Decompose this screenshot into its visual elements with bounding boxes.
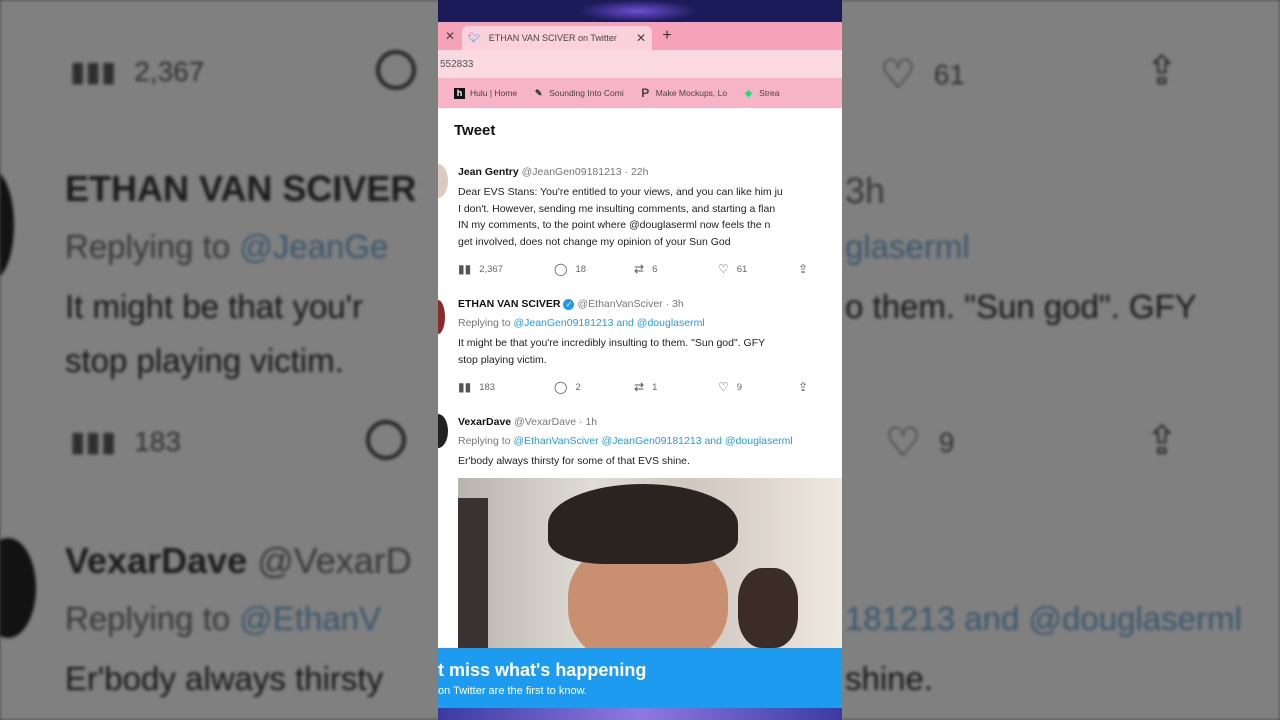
tweet-header: VexarDave @VexarDave · 1h [458,416,598,428]
retweet-icon: ⇄ [634,380,645,394]
retweet-icon: ⇄ [634,262,645,276]
share-button[interactable]: ⇪ [798,262,808,276]
author-name[interactable]: Jean Gentry [458,166,519,178]
author-handle[interactable]: @JeanGen09181213 [522,166,622,178]
author-handle[interactable]: @EthanVanSciver [577,298,662,310]
avatar[interactable] [438,164,448,198]
retweet-button[interactable]: ⇄ 6 [634,262,718,276]
bookmarks-bar: h Hulu | Home ✎ Sounding Into Comi P Mak… [438,78,842,108]
phone-screen: ✕ 🐦︎ ETHAN VAN SCIVER on Twitter ✕ + 552… [438,0,842,720]
bookmark-hulu[interactable]: h Hulu | Home [454,87,517,99]
top-gradient-strip [438,0,842,22]
tweet-header: Jean Gentry @JeanGen09181213 · 22h [458,166,649,178]
page-title: Tweet [454,122,496,139]
reply-icon: ◯ [554,262,568,276]
reply-button[interactable]: ◯ 18 [554,262,634,276]
views-icon: ▮▮ [458,380,472,394]
bottom-gradient-strip [438,708,842,720]
share-icon: ⇪ [798,262,809,276]
banner-title: t miss what's happening [438,660,647,680]
avatar[interactable] [438,300,445,334]
bookmark-mockups[interactable]: P Make Mockups, Lo [640,85,727,100]
hulu-icon: h [454,87,465,99]
share-icon: ⇪ [798,380,809,394]
views-button[interactable]: ▮▮ 2,367 [458,262,554,276]
replying-to: Replying to @EthanVanSciver @JeanGen0918… [458,435,793,447]
bookmark-sounding[interactable]: ✎ Sounding Into Comi [533,88,624,99]
heart-icon: ♡ [718,262,729,276]
verified-badge-icon: ✓ [563,298,575,310]
p-logo-icon: P [641,85,650,100]
tweet-text: Dear EVS Stans: You're entitled to your … [458,186,783,248]
replying-to: Replying to @JeanGen09181213 and @dougla… [458,317,705,329]
tweet-text: Er'body always thirsty for some of that … [458,455,690,467]
tweet-time[interactable]: 3h [672,298,684,310]
tweet-actions: ▮▮ 183 ◯ 2 ⇄ 1 ♡ 9 ⇪ [458,380,818,394]
tab-twitter[interactable]: 🐦︎ ETHAN VAN SCIVER on Twitter ✕ [462,26,652,50]
bookmark-stream[interactable]: ◆ Strea [743,88,779,99]
tweet-time[interactable]: 22h [631,166,649,178]
tweet-page: Tweet Jean Gentry @JeanGen09181213 · 22h… [438,108,842,648]
heart-icon: ♡ [718,380,729,394]
new-tab-plus-icon[interactable]: + [652,27,682,45]
views-button[interactable]: ▮▮ 183 [458,380,554,394]
tweet-header: ETHAN VAN SCIVER ✓ @EthanVanSciver · 3h [458,298,684,310]
share-button[interactable]: ⇪ [798,380,808,394]
avatar[interactable] [438,414,448,448]
stream-icon: ◆ [745,87,753,98]
signup-banner[interactable]: t miss what's happening on Twitter are t… [438,648,842,708]
browser-tab-bar: ✕ 🐦︎ ETHAN VAN SCIVER on Twitter ✕ + [438,22,842,50]
like-button[interactable]: ♡ 61 [718,262,798,276]
tweet-text: It might be that you're incredibly insul… [458,337,766,366]
author-handle[interactable]: @VexarDave [514,416,576,428]
tweet-media-gif[interactable] [458,478,842,648]
reply-icon: ◯ [554,380,568,394]
tweet-time[interactable]: 1h [585,416,597,428]
banner-subtitle: on Twitter are the first to know. [438,685,587,697]
like-button[interactable]: ♡ 9 [718,380,798,394]
prev-tab-close-icon[interactable]: ✕ [438,29,462,43]
reply-button[interactable]: ◯ 2 [554,380,634,394]
author-name[interactable]: VexarDave [458,416,511,428]
tab-title: ETHAN VAN SCIVER on Twitter [488,33,617,43]
url-fragment: 552833 [440,59,474,70]
tab-close-icon[interactable]: ✕ [636,31,646,45]
address-bar[interactable]: 552833 [438,50,842,78]
twitter-bird-icon: 🐦︎ [468,32,481,44]
views-icon: ▮▮ [458,262,472,276]
retweet-button[interactable]: ⇄ 1 [634,380,718,394]
tweet-actions: ▮▮ 2,367 ◯ 18 ⇄ 6 ♡ 61 ⇪ [458,262,818,276]
pen-icon: ✎ [534,87,543,98]
replying-to-links[interactable]: @JeanGen09181213 and @douglaserml [513,317,704,329]
author-name[interactable]: ETHAN VAN SCIVER [458,298,560,310]
replying-to-links[interactable]: @EthanVanSciver @JeanGen09181213 and @do… [513,435,792,447]
